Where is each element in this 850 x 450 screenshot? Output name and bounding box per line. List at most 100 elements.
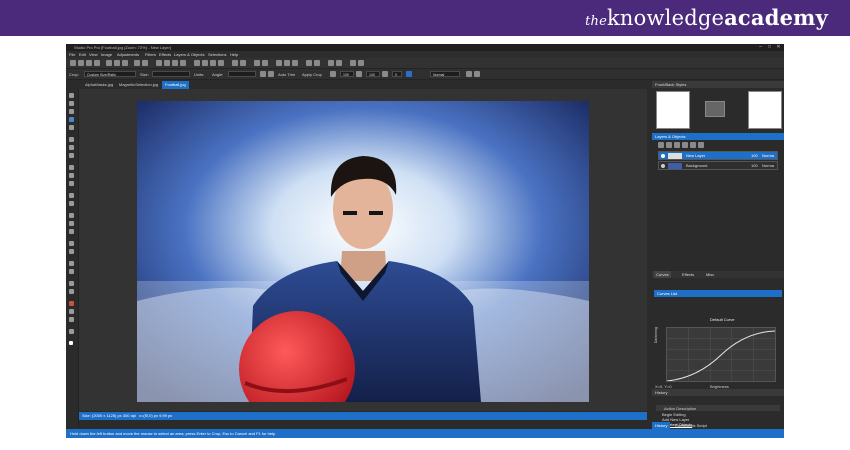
menu-selections[interactable]: Selections xyxy=(208,52,226,57)
move-tool-icon[interactable] xyxy=(69,93,74,98)
menu-layers[interactable]: Layers & Objects xyxy=(174,52,204,57)
magic-wand-icon[interactable] xyxy=(69,137,74,142)
layer-blend-mode[interactable]: Norma xyxy=(762,163,774,168)
layer-down-icon[interactable] xyxy=(698,142,704,148)
crop-icon[interactable] xyxy=(156,60,162,66)
blend-mode-select[interactable]: Normal xyxy=(430,71,460,77)
eyedropper-tool-icon[interactable] xyxy=(69,261,74,266)
new-layer-icon[interactable] xyxy=(658,142,664,148)
maximize-button[interactable]: □ xyxy=(765,44,774,51)
curve-graph[interactable] xyxy=(666,327,776,382)
sharpen-tool-icon[interactable] xyxy=(69,317,74,322)
merge-layer-icon[interactable] xyxy=(682,142,688,148)
burn-tool-icon[interactable] xyxy=(69,289,74,294)
zoom-tool-icon[interactable] xyxy=(69,101,74,106)
effect-icon[interactable] xyxy=(218,60,224,66)
grid-icon[interactable] xyxy=(254,60,260,66)
text-icon[interactable] xyxy=(306,60,312,66)
options-menu-icon[interactable] xyxy=(474,71,480,77)
front-style-swatch[interactable] xyxy=(748,91,782,129)
rectangle-select-icon[interactable] xyxy=(69,145,74,150)
menu-adjustments[interactable]: Adjustments xyxy=(117,52,139,57)
flip-icon[interactable] xyxy=(172,60,178,66)
help-icon[interactable] xyxy=(358,60,364,66)
redeye-tool-icon[interactable] xyxy=(69,301,74,306)
layer-opacity[interactable]: 100 xyxy=(751,163,758,168)
fill-icon[interactable] xyxy=(292,60,298,66)
pencil-tool-icon[interactable] xyxy=(69,173,74,178)
brush-icon[interactable] xyxy=(276,60,282,66)
shape-tool-icon[interactable] xyxy=(69,221,74,226)
size-field[interactable] xyxy=(152,71,190,77)
batch-icon[interactable] xyxy=(336,60,342,66)
menu-help[interactable]: Help xyxy=(230,52,238,57)
back-style-swatch[interactable] xyxy=(656,91,690,129)
menu-image[interactable]: Image xyxy=(101,52,112,57)
ruler-icon[interactable] xyxy=(262,60,268,66)
layer-blend-mode[interactable]: Norma xyxy=(762,153,774,158)
copy-icon[interactable] xyxy=(114,60,120,66)
menu-effects[interactable]: Effects xyxy=(159,52,171,57)
tab-misc[interactable]: Misc xyxy=(704,271,716,278)
gradient-tool-icon[interactable] xyxy=(69,249,74,254)
tab-magnetic-selection[interactable]: MagneticSelection.jpg xyxy=(116,81,161,89)
menu-view[interactable]: View xyxy=(89,52,98,57)
antialias-icon[interactable] xyxy=(466,71,472,77)
mode-icon[interactable] xyxy=(406,71,412,77)
redo-icon[interactable] xyxy=(142,60,148,66)
rotate-icon[interactable] xyxy=(164,60,170,66)
ellipse-select-icon[interactable] xyxy=(69,153,74,158)
tab-effects[interactable]: Effects xyxy=(680,271,696,278)
rotate-left-icon[interactable] xyxy=(260,71,266,77)
layer-opacity[interactable]: 100 xyxy=(751,153,758,158)
eraser-tool-icon[interactable] xyxy=(69,181,74,186)
delete-layer-icon[interactable] xyxy=(666,142,672,148)
open-icon[interactable] xyxy=(78,60,84,66)
crop-tool-icon[interactable] xyxy=(69,117,74,122)
resize-icon[interactable] xyxy=(180,60,186,66)
paste-icon[interactable] xyxy=(122,60,128,66)
zoom-out-icon[interactable] xyxy=(240,60,246,66)
tab-football[interactable]: Football.jpg xyxy=(162,81,189,89)
color-picker-icon[interactable] xyxy=(69,329,74,334)
text-tool-icon[interactable] xyxy=(69,213,74,218)
curves-list-row[interactable]: Curves List xyxy=(654,290,782,297)
blur-tool-icon[interactable] xyxy=(69,309,74,314)
duplicate-layer-icon[interactable] xyxy=(674,142,680,148)
eraser-icon[interactable] xyxy=(284,60,290,66)
smudge-tool-icon[interactable] xyxy=(69,269,74,274)
feather-field[interactable]: 0 xyxy=(392,71,402,77)
canvas-workspace[interactable] xyxy=(79,89,647,411)
shape-icon[interactable] xyxy=(314,60,320,66)
layer-row-background[interactable]: Background 100 Norma xyxy=(658,161,778,170)
layer-up-icon[interactable] xyxy=(690,142,696,148)
script-icon[interactable] xyxy=(328,60,334,66)
tab-history[interactable]: History xyxy=(652,422,671,429)
clone-tool-icon[interactable] xyxy=(69,193,74,198)
opacity-field[interactable]: 100 xyxy=(340,71,354,77)
close-button[interactable]: ✕ xyxy=(774,44,783,51)
apply-crop-button[interactable]: Apply Crop xyxy=(302,72,322,77)
print-icon[interactable] xyxy=(94,60,100,66)
cut-icon[interactable] xyxy=(106,60,112,66)
settings-icon[interactable] xyxy=(350,60,356,66)
swatch-icon[interactable] xyxy=(330,71,336,77)
brush-tool-icon[interactable] xyxy=(69,165,74,170)
line-tool-icon[interactable] xyxy=(69,229,74,234)
minimize-button[interactable]: – xyxy=(756,44,765,51)
mask-icon[interactable] xyxy=(202,60,208,66)
football-photo[interactable] xyxy=(137,101,589,402)
new-icon[interactable] xyxy=(70,60,76,66)
menu-edit[interactable]: Edit xyxy=(79,52,86,57)
foreground-color-swatch[interactable] xyxy=(69,341,73,345)
lasso-tool-icon[interactable] xyxy=(69,125,74,130)
tab-alphamasks[interactable]: AlphaMasks.jpg xyxy=(82,81,116,89)
layer-row-new-layer[interactable]: New Layer 100 Norma xyxy=(658,151,778,160)
menu-file[interactable]: File xyxy=(69,52,75,57)
menu-filters[interactable]: Filters xyxy=(145,52,156,57)
angle-field[interactable] xyxy=(228,71,256,77)
crop-mode-select[interactable]: Custom Size/Ratio xyxy=(84,71,136,77)
hand-tool-icon[interactable] xyxy=(69,109,74,114)
undo-icon[interactable] xyxy=(134,60,140,66)
auto-trim-checkbox[interactable]: Auto Trim xyxy=(278,72,295,77)
